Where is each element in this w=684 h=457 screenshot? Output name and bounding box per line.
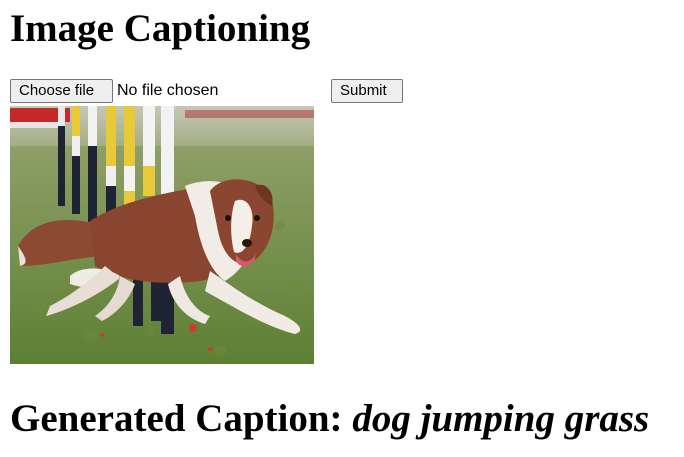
- uploaded-photo: [10, 106, 314, 364]
- generated-caption: Generated Caption: dog jumping grass: [10, 396, 649, 442]
- page-title: Image Captioning: [10, 7, 311, 50]
- submit-button[interactable]: Submit: [331, 79, 403, 103]
- page: Image Captioning Choose file No file cho…: [0, 0, 684, 457]
- choose-file-button[interactable]: Choose file: [10, 79, 113, 103]
- caption-label: Generated Caption:: [10, 397, 343, 440]
- file-status-text: No file chosen: [117, 82, 219, 99]
- caption-text: dog jumping grass: [352, 397, 650, 440]
- upload-form: Choose file No file chosen Submit: [10, 79, 410, 105]
